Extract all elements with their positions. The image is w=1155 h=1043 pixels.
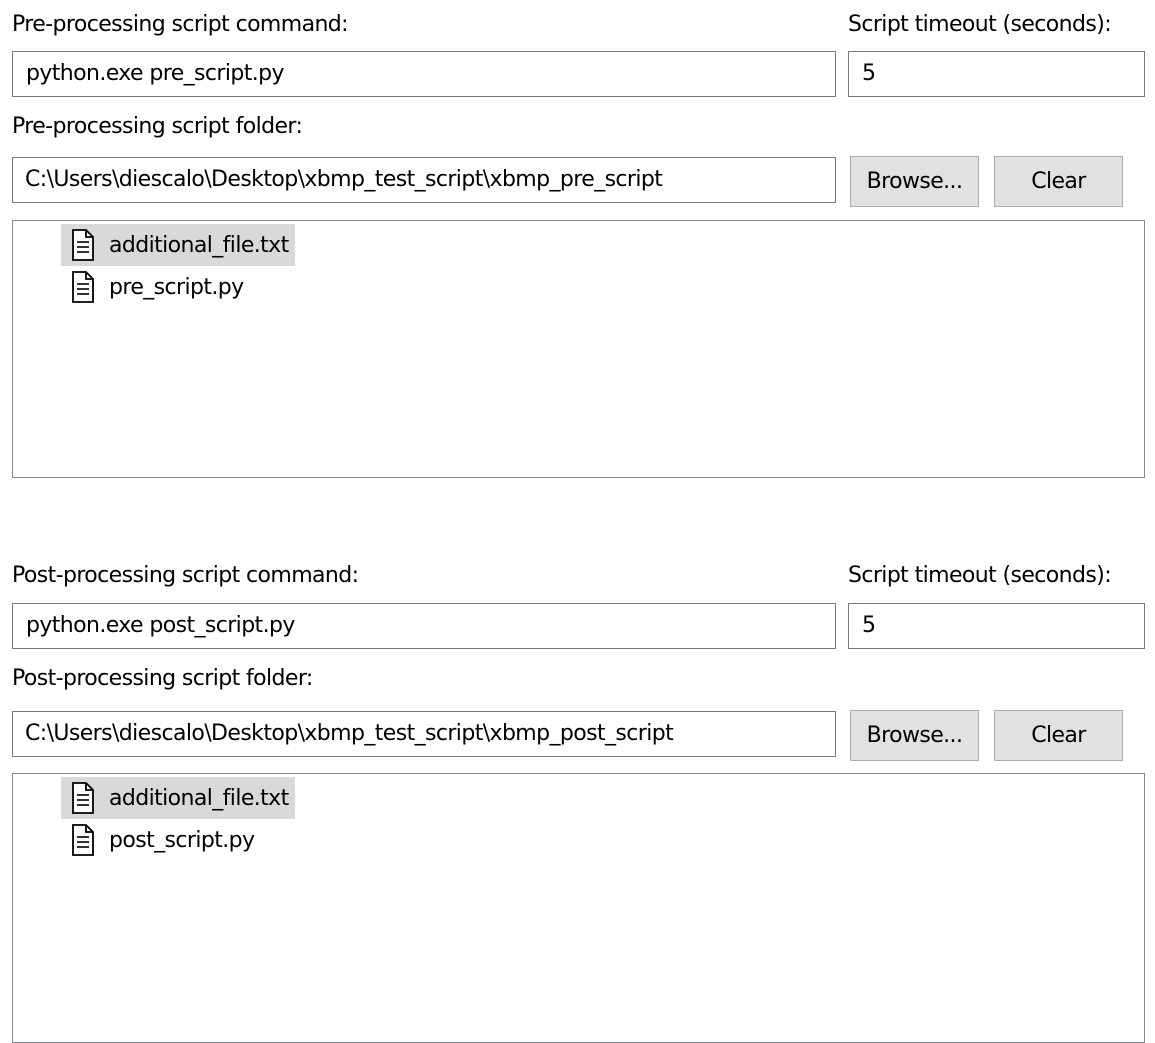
post-file-list[interactable]: additional_file.txt post_script.py: [12, 773, 1145, 1043]
post-timeout-input[interactable]: 5: [848, 603, 1145, 649]
text-file-icon: [72, 782, 94, 814]
post-command-label: Post-processing script command:: [12, 563, 359, 588]
pre-file-list[interactable]: additional_file.txt pre_script.py: [12, 220, 1145, 478]
post-timeout-label: Script timeout (seconds):: [848, 563, 1112, 588]
file-name: post_script.py: [109, 827, 255, 853]
pre-file-item-script[interactable]: pre_script.py: [61, 266, 250, 308]
pre-folder-label: Pre-processing script folder:: [12, 114, 303, 139]
post-command-input[interactable]: python.exe post_script.py: [12, 603, 836, 649]
post-file-item-additional[interactable]: additional_file.txt: [61, 777, 295, 819]
file-name: additional_file.txt: [109, 232, 289, 258]
file-name: pre_script.py: [109, 274, 244, 300]
text-file-icon: [72, 271, 94, 303]
pre-command-input[interactable]: python.exe pre_script.py: [12, 51, 836, 97]
pre-command-label: Pre-processing script command:: [12, 12, 349, 37]
text-file-icon: [72, 824, 94, 856]
post-folder-label: Post-processing script folder:: [12, 666, 313, 691]
pre-timeout-label: Script timeout (seconds):: [848, 12, 1112, 37]
pre-file-item-additional[interactable]: additional_file.txt: [61, 224, 295, 266]
post-folder-input[interactable]: C:\Users\diescalo\Desktop\xbmp_test_scri…: [12, 711, 836, 757]
pre-timeout-input[interactable]: 5: [848, 51, 1145, 97]
text-file-icon: [72, 229, 94, 261]
pre-browse-button[interactable]: Browse...: [850, 156, 979, 207]
post-clear-button[interactable]: Clear: [994, 710, 1123, 761]
post-file-item-script[interactable]: post_script.py: [61, 819, 260, 861]
post-browse-button[interactable]: Browse...: [850, 710, 979, 761]
file-name: additional_file.txt: [109, 785, 289, 811]
pre-folder-input[interactable]: C:\Users\diescalo\Desktop\xbmp_test_scri…: [12, 157, 836, 203]
pre-clear-button[interactable]: Clear: [994, 156, 1123, 207]
